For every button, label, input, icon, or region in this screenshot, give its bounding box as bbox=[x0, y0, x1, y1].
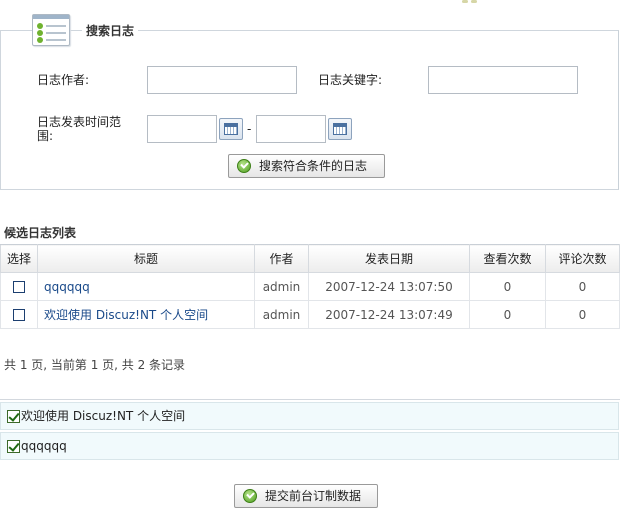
submit-custom-data-label: 提交前台订制数据 bbox=[265, 489, 362, 503]
date-from-calendar-button[interactable] bbox=[219, 118, 243, 140]
candidate-table: 选择 标题 作者 发表日期 查看次数 评论次数 qqqqqq admin 200… bbox=[0, 244, 620, 329]
column-header-views: 查看次数 bbox=[469, 244, 546, 273]
row-date: 2007-12-24 13:07:49 bbox=[308, 300, 470, 329]
selected-item-label: 欢迎使用 Discuz!NT 个人空间 bbox=[21, 409, 186, 423]
row-select-checkbox[interactable] bbox=[13, 281, 25, 293]
top-decoration bbox=[462, 0, 482, 4]
column-header-date: 发表日期 bbox=[308, 244, 470, 273]
submit-custom-data-button[interactable]: 提交前台订制数据 bbox=[234, 484, 378, 508]
table-header-row: 选择 标题 作者 发表日期 查看次数 评论次数 bbox=[0, 244, 620, 273]
selected-item-label: qqqqqq bbox=[21, 439, 67, 453]
row-author: admin bbox=[254, 300, 309, 329]
search-button[interactable]: 搜索符合条件的日志 bbox=[228, 154, 385, 178]
date-separator: - bbox=[247, 122, 252, 136]
candidate-list-title: 候选日志列表 bbox=[4, 226, 77, 240]
date-to-input[interactable] bbox=[256, 115, 326, 143]
pager-summary: 共 1 页, 当前第 1 页, 共 2 条记录 bbox=[4, 358, 186, 372]
selected-item[interactable]: 欢迎使用 Discuz!NT 个人空间 bbox=[0, 402, 619, 430]
check-circle-icon bbox=[237, 159, 251, 173]
calendar-icon bbox=[224, 123, 238, 135]
search-panel-title: 搜索日志 bbox=[82, 22, 139, 39]
selected-item[interactable]: qqqqqq bbox=[0, 432, 619, 460]
column-header-title: 标题 bbox=[37, 244, 255, 273]
column-header-comments: 评论次数 bbox=[545, 244, 620, 273]
row-author: admin bbox=[254, 272, 309, 301]
row-comments: 0 bbox=[545, 272, 620, 301]
date-from-input[interactable] bbox=[147, 115, 217, 143]
table-row: qqqqqq admin 2007-12-24 13:07:50 0 0 bbox=[0, 272, 620, 301]
row-select-checkbox[interactable] bbox=[13, 309, 25, 321]
date-to-calendar-button[interactable] bbox=[328, 118, 352, 140]
check-circle-icon bbox=[243, 489, 257, 503]
row-title-link[interactable]: 欢迎使用 Discuz!NT 个人空间 bbox=[37, 300, 255, 329]
author-input[interactable] bbox=[147, 66, 297, 94]
table-row: 欢迎使用 Discuz!NT 个人空间 admin 2007-12-24 13:… bbox=[0, 300, 620, 329]
column-header-select: 选择 bbox=[0, 244, 38, 273]
keyword-label: 日志关键字: bbox=[318, 73, 383, 87]
row-comments: 0 bbox=[545, 300, 620, 329]
calendar-icon bbox=[333, 123, 347, 135]
keyword-input[interactable] bbox=[428, 66, 578, 94]
selected-item-checkbox[interactable] bbox=[7, 410, 20, 423]
row-views: 0 bbox=[469, 272, 546, 301]
divider bbox=[0, 399, 620, 400]
author-label: 日志作者: bbox=[37, 73, 90, 87]
row-date: 2007-12-24 13:07:50 bbox=[308, 272, 470, 301]
date-range-label: 日志发表时间范围: bbox=[37, 115, 122, 143]
list-panel-icon bbox=[32, 14, 70, 46]
column-header-author: 作者 bbox=[254, 244, 309, 273]
row-title-link[interactable]: qqqqqq bbox=[37, 272, 255, 301]
row-views: 0 bbox=[469, 300, 546, 329]
selected-item-checkbox[interactable] bbox=[7, 440, 20, 453]
search-button-label: 搜索符合条件的日志 bbox=[259, 159, 368, 173]
